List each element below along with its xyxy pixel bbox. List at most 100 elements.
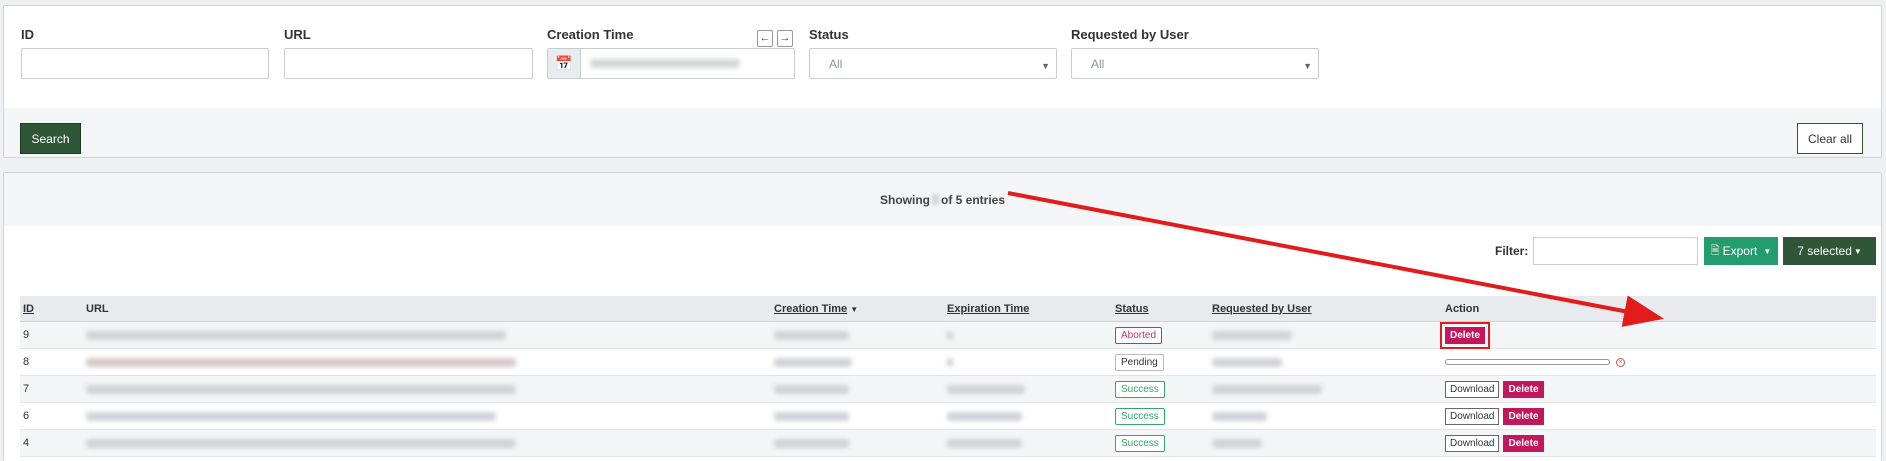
id-filter-input[interactable] — [21, 48, 269, 79]
cell-url — [83, 429, 771, 457]
redacted-date — [774, 357, 852, 367]
table-filter-input[interactable] — [1533, 237, 1698, 265]
cell-id: 6 — [20, 402, 83, 430]
id-filter-label: ID — [21, 27, 34, 42]
delete-button[interactable]: Delete — [1503, 380, 1544, 398]
col-url: URL — [83, 296, 771, 322]
redacted-date — [947, 330, 953, 340]
cell-creation-time — [771, 321, 944, 349]
download-button[interactable]: Download — [1445, 380, 1500, 398]
download-button[interactable]: Download — [1445, 434, 1500, 452]
col-id[interactable]: ID — [20, 296, 83, 322]
cell-requested-by — [1209, 375, 1442, 403]
download-button[interactable]: Download — [1445, 407, 1500, 425]
status-filter-value: All — [829, 57, 843, 71]
showing-suffix: of 5 entries — [940, 192, 1006, 207]
col-action-label: Action — [1445, 302, 1480, 315]
col-expiration-time-label: Expiration Time — [947, 302, 1030, 315]
redacted-date — [947, 438, 1022, 448]
redacted-count — [931, 194, 939, 205]
status-badge: Success — [1115, 380, 1165, 398]
column-selector-button[interactable]: 7 selected ▼ — [1783, 237, 1876, 265]
cell-requested-by — [1209, 348, 1442, 376]
redacted-user — [1212, 384, 1322, 394]
cell-url — [83, 375, 771, 403]
cell-url — [83, 321, 771, 349]
calendar-icon[interactable]: 📅 — [548, 49, 581, 78]
cell-expiration-time — [944, 375, 1112, 403]
chevron-down-icon: ▼ — [1041, 61, 1050, 71]
creation-time-filter-input[interactable]: 📅 — [547, 48, 795, 79]
delete-button[interactable]: Delete — [1503, 407, 1544, 425]
export-label: Export — [1722, 244, 1758, 258]
col-creation-time[interactable]: Creation Time ▼ — [771, 296, 944, 322]
cell-action: × — [1442, 348, 1876, 376]
cell-id: 9 — [20, 321, 83, 349]
table-filter-label: Filter: — [1495, 244, 1529, 258]
redacted-date — [774, 330, 849, 340]
requested-filter-value: All — [1091, 57, 1105, 71]
redacted-date — [947, 411, 1022, 421]
entries-summary: Showing of 5 entries — [4, 173, 1881, 226]
status-filter-select[interactable]: All ▼ — [809, 48, 1057, 79]
col-expiration-time[interactable]: Expiration Time — [944, 296, 1112, 322]
redacted-url — [86, 330, 506, 340]
table-row: 7 Success Download Delete — [20, 375, 1876, 403]
selected-label: 7 selected — [1797, 244, 1852, 258]
export-button[interactable]: 🗎 Export ▼ — [1704, 237, 1778, 265]
redacted-user — [1212, 438, 1262, 448]
cell-url — [83, 402, 771, 430]
redacted-user — [1212, 411, 1267, 421]
cell-expiration-time — [944, 348, 1112, 376]
next-range-button[interactable]: → — [777, 30, 793, 47]
cell-requested-by — [1209, 429, 1442, 457]
cell-expiration-time — [944, 429, 1112, 457]
col-requested-by-label: Requested by User — [1212, 302, 1312, 315]
redacted-date — [774, 411, 849, 421]
showing-prefix: Showing — [879, 192, 930, 207]
cell-status: Success — [1112, 402, 1209, 430]
status-filter-label: Status — [809, 27, 849, 42]
redacted-url — [86, 438, 516, 448]
col-creation-time-label: Creation Time — [774, 302, 848, 315]
delete-button[interactable]: Delete — [1503, 434, 1544, 452]
col-url-label: URL — [86, 302, 109, 315]
cell-id: 4 — [20, 429, 83, 457]
creation-time-filter-label: Creation Time — [547, 27, 634, 42]
cell-expiration-time — [944, 402, 1112, 430]
cell-action: Download Delete — [1442, 375, 1876, 403]
cell-creation-time — [771, 375, 944, 403]
status-badge: Pending — [1115, 353, 1164, 371]
requested-filter-select[interactable]: All ▼ — [1071, 48, 1319, 79]
cancel-icon[interactable]: × — [1616, 357, 1625, 367]
requested-filter-label: Requested by User — [1071, 27, 1189, 42]
cell-action: Download Delete — [1442, 429, 1876, 457]
status-badge: Aborted — [1115, 326, 1163, 344]
redacted-date — [774, 384, 849, 394]
cell-creation-time — [771, 429, 944, 457]
col-id-label: ID — [23, 302, 34, 315]
delete-button[interactable]: Delete — [1439, 321, 1491, 349]
redacted-date-range — [590, 59, 740, 68]
cell-status: Success — [1112, 375, 1209, 403]
filter-footer: Search Clear all — [4, 108, 1881, 157]
url-filter-label: URL — [284, 27, 311, 42]
table-row: 4 Success Download Delete — [20, 429, 1876, 457]
clear-all-button[interactable]: Clear all — [1797, 123, 1863, 154]
col-requested-by[interactable]: Requested by User — [1209, 296, 1442, 322]
url-filter-input[interactable] — [284, 48, 533, 79]
search-button[interactable]: Search — [20, 123, 81, 154]
col-status[interactable]: Status — [1112, 296, 1209, 322]
table-row: 8 Pending × — [20, 348, 1876, 376]
export-jobs-table: ID URL Creation Time ▼ Expiration Time S… — [20, 296, 1876, 457]
table-row: 9 Aborted Delete — [20, 321, 1876, 349]
prev-range-button[interactable]: ← — [757, 30, 773, 47]
table-row: 6 Success Download Delete — [20, 402, 1876, 430]
chevron-down-icon: ▼ — [1303, 61, 1312, 71]
cell-url — [83, 348, 771, 376]
results-panel: Showing of 5 entries Filter: 🗎 Export ▼ … — [3, 172, 1882, 461]
redacted-url — [86, 384, 516, 394]
redacted-user — [1212, 330, 1292, 340]
cell-id: 7 — [20, 375, 83, 403]
cell-action: Download Delete — [1442, 402, 1876, 430]
